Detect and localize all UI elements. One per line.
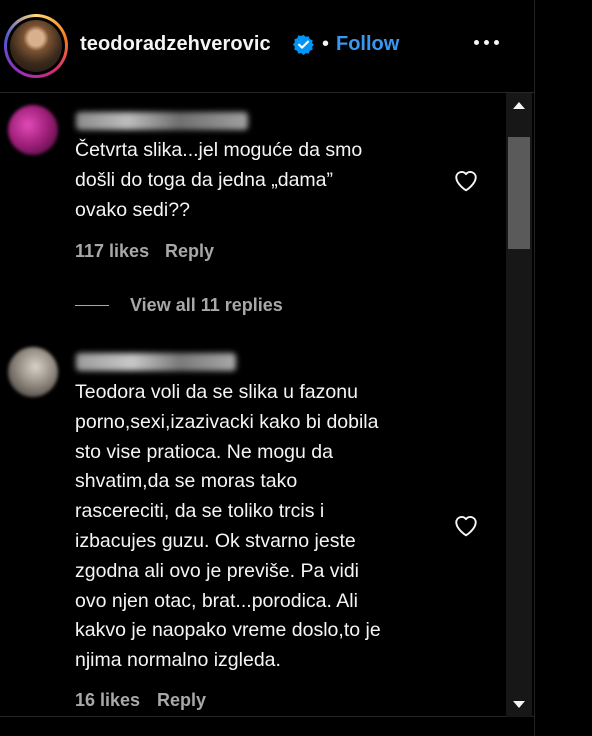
follow-button[interactable]: Follow [336,33,399,56]
commenter-username-blurred[interactable] [76,353,236,371]
more-options-icon[interactable] [472,32,502,52]
scroll-down-arrow-icon[interactable] [506,691,532,717]
like-heart-icon[interactable] [453,513,479,537]
scroll-up-arrow-icon[interactable] [506,93,532,119]
reply-button[interactable]: Reply [157,690,206,711]
post-comments-panel: teodoradzehverovic • Follow Četvrta slik… [0,0,534,736]
commenter-avatar[interactable] [8,347,58,397]
avatar-image [10,20,62,72]
profile-username[interactable]: teodoradzehverovic [80,33,271,56]
comment-likes[interactable]: 16 likes [75,690,140,711]
verified-badge-icon [293,34,314,55]
background-area [534,0,592,736]
reply-button[interactable]: Reply [165,241,214,262]
post-header: teodoradzehverovic • Follow [0,0,534,93]
comment-likes[interactable]: 117 likes [75,241,149,262]
view-replies-line [75,305,109,306]
scrollbar-thumb[interactable] [508,137,530,249]
like-heart-icon[interactable] [453,168,479,192]
comment-text: Teodora voli da se slika u fazonu porno,… [75,381,381,672]
header-separator: • [322,33,330,55]
comments-scrollbar[interactable] [506,93,532,717]
comment-text: Četvrta slika...jel moguće da smo došli … [75,139,363,221]
commenter-username-blurred[interactable] [76,112,248,130]
commenter-avatar[interactable] [8,105,58,155]
profile-avatar[interactable] [4,14,68,78]
bottom-divider [0,716,534,717]
view-replies-button[interactable]: View all 11 replies [130,295,283,316]
